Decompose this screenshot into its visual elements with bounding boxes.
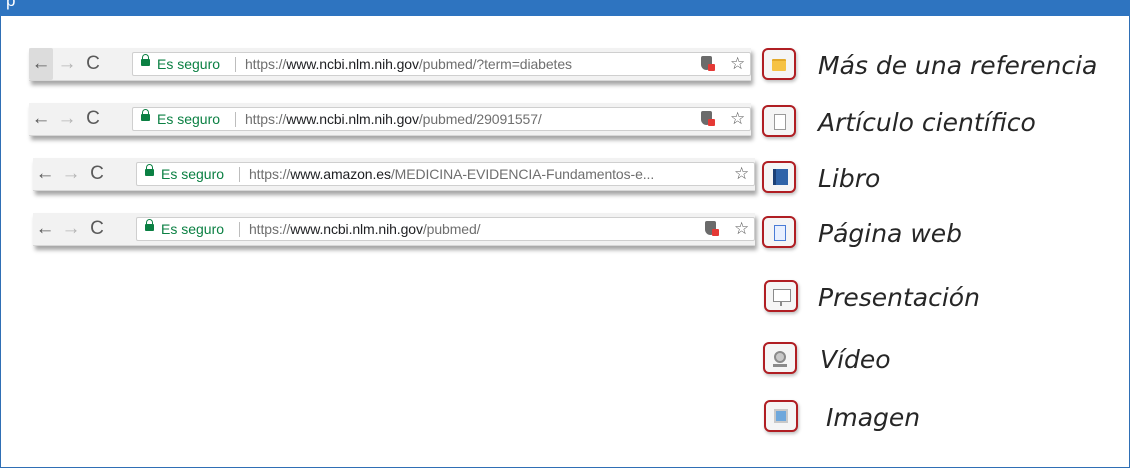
address-bar[interactable]: Es seguro https://www.ncbi.nlm.nih.gov/p… [132, 107, 751, 131]
address-separator [239, 222, 240, 237]
url-text: https://www.ncbi.nlm.nih.gov/pubmed/ [249, 221, 481, 237]
secure-label: Es seguro [157, 56, 221, 72]
forward-button[interactable]: → [55, 103, 79, 135]
reload-button[interactable]: C [81, 48, 105, 80]
video-icon [773, 351, 787, 367]
legend-label-scientific-article: Artículo científico [818, 108, 1036, 137]
presentation-icon [773, 289, 791, 306]
reload-button[interactable]: C [85, 213, 109, 245]
folder-icon [772, 59, 786, 71]
site-shield-icon[interactable] [701, 56, 715, 71]
back-button[interactable]: ← [33, 158, 57, 190]
back-button[interactable]: ← [33, 213, 57, 245]
site-shield-icon[interactable] [701, 111, 715, 126]
address-separator [235, 112, 236, 127]
forward-button[interactable]: → [55, 48, 79, 80]
image-icon [774, 409, 788, 423]
document-icon-box[interactable] [762, 105, 796, 137]
url-text: https://www.amazon.es/MEDICINA-EVIDENCIA… [249, 166, 655, 182]
address-separator [239, 167, 240, 182]
lock-icon [141, 54, 150, 66]
bookmark-star-icon[interactable]: ☆ [734, 213, 749, 245]
address-bar[interactable]: Es seguro https://www.amazon.es/MEDICINA… [136, 162, 755, 186]
legend-label-web-page: Página web [818, 219, 963, 248]
secure-label: Es seguro [161, 166, 225, 182]
video-icon-box[interactable] [763, 342, 797, 374]
book-icon [773, 169, 788, 185]
lock-icon [145, 164, 154, 176]
legend-label-image: Imagen [826, 403, 921, 432]
document-icon [774, 114, 786, 130]
legend-label-multiple-references: Más de una referencia [818, 51, 1098, 80]
url-text: https://www.ncbi.nlm.nih.gov/pubmed/2909… [245, 111, 542, 127]
bookmark-star-icon[interactable]: ☆ [734, 158, 749, 190]
webpage-icon-box[interactable] [762, 216, 796, 248]
reload-button[interactable]: C [85, 158, 109, 190]
webpage-icon [774, 225, 786, 241]
url-text: https://www.ncbi.nlm.nih.gov/pubmed/?ter… [245, 56, 572, 72]
browser-bar-1: ← → C Es seguro https://www.ncbi.nlm.nih… [29, 48, 751, 81]
forward-button[interactable]: → [59, 158, 83, 190]
reload-button[interactable]: C [81, 103, 105, 135]
lock-icon [141, 109, 150, 121]
legend-label-book: Libro [818, 164, 881, 193]
address-separator [235, 57, 236, 72]
address-bar[interactable]: Es seguro https://www.ncbi.nlm.nih.gov/p… [132, 52, 751, 76]
title-band-text: p [6, 0, 16, 10]
bookmark-star-icon[interactable]: ☆ [730, 103, 745, 135]
title-band: p [0, 0, 1130, 16]
forward-button[interactable]: → [59, 213, 83, 245]
lock-icon [145, 219, 154, 231]
browser-bar-4: ← → C Es seguro https://www.ncbi.nlm.nih… [33, 213, 755, 246]
browser-bar-2: ← → C Es seguro https://www.ncbi.nlm.nih… [29, 103, 751, 136]
address-bar[interactable]: Es seguro https://www.ncbi.nlm.nih.gov/p… [136, 217, 755, 241]
folder-icon-box[interactable] [762, 48, 796, 80]
back-button[interactable]: ← [29, 48, 53, 80]
secure-label: Es seguro [157, 111, 221, 127]
site-shield-icon[interactable] [705, 221, 719, 236]
presentation-icon-box[interactable] [764, 280, 798, 312]
book-icon-box[interactable] [762, 161, 796, 193]
bookmark-star-icon[interactable]: ☆ [730, 48, 745, 80]
legend-label-video: Vídeo [820, 345, 891, 374]
image-icon-box[interactable] [764, 400, 798, 432]
back-button[interactable]: ← [29, 103, 53, 135]
browser-bar-3: ← → C Es seguro https://www.amazon.es/ME… [33, 158, 755, 191]
secure-label: Es seguro [161, 221, 225, 237]
legend-label-presentation: Presentación [818, 283, 980, 312]
